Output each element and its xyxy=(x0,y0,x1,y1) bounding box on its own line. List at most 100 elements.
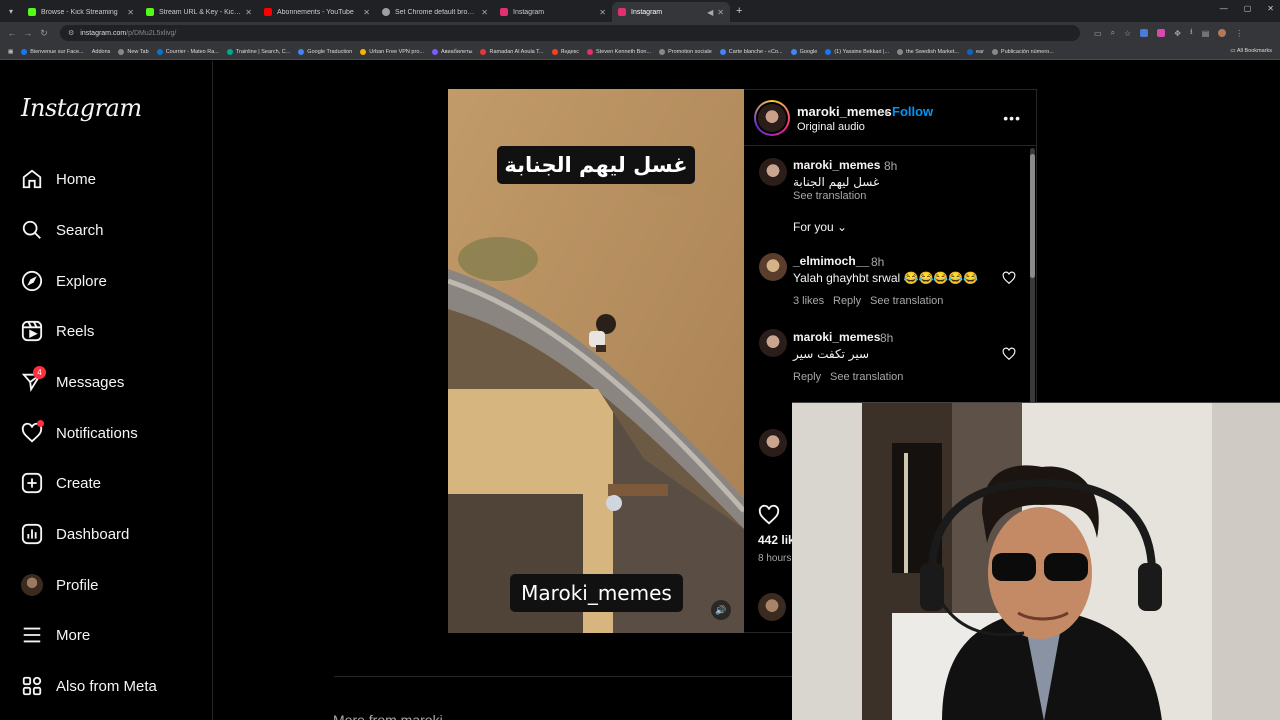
bookmark[interactable]: Urban Free VPN pro... xyxy=(360,48,424,55)
nav-home[interactable]: Home xyxy=(20,164,96,194)
browser-tab[interactable]: Set Chrome default browser ✕ xyxy=(376,2,494,22)
bookmark[interactable]: Trainline | Search, C... xyxy=(226,48,290,55)
bookmark-favicon xyxy=(966,48,973,55)
tab-close-icon[interactable]: ✕ xyxy=(599,8,606,17)
url-path: /p/DMu2L5xlivg/ xyxy=(126,29,177,37)
nav-explore[interactable]: Explore xyxy=(20,266,107,296)
bookmark[interactable]: New Tab xyxy=(118,48,149,55)
avatar[interactable] xyxy=(759,253,787,281)
bookmark[interactable]: Courrier - Mateo Ra... xyxy=(156,48,219,55)
more-options-icon[interactable]: ••• xyxy=(1003,110,1021,126)
tab-favicon xyxy=(146,8,154,16)
nav-label: Notifications xyxy=(56,424,138,442)
reply-link[interactable]: Reply xyxy=(833,295,861,307)
bookmark[interactable]: Publicación número... xyxy=(991,48,1054,55)
site-info-icon[interactable]: ⚙ xyxy=(68,29,74,37)
all-bookmarks-button[interactable]: ▭ All Bookmarks xyxy=(1230,48,1272,54)
bookmark-favicon xyxy=(298,48,305,55)
browser-tab[interactable]: Browse - Kick Streaming ✕ xyxy=(22,2,140,22)
download-icon[interactable]: ⭳ xyxy=(1190,26,1193,40)
tab-close-icon[interactable]: ✕ xyxy=(127,8,134,17)
bookmark-label: Bienvenue sur Face... xyxy=(30,48,84,55)
comment-username[interactable]: maroki_memes xyxy=(793,330,880,344)
nav-label: Also from Meta xyxy=(56,677,157,695)
nav-notifications[interactable]: Notifications xyxy=(20,418,138,448)
nav-dashboard[interactable]: Dashboard xyxy=(20,519,129,549)
close-window-icon[interactable]: ✕ xyxy=(1267,4,1274,13)
new-tab-button[interactable]: + xyxy=(736,5,742,17)
chrome-menu-icon[interactable]: ⋮ xyxy=(1235,29,1243,38)
reply-link[interactable]: Reply xyxy=(793,371,821,383)
bookmark-star-icon[interactable]: ☆ xyxy=(1124,29,1131,38)
bookmark[interactable]: Bienvenue sur Face... xyxy=(21,48,84,55)
bookmark[interactable]: Авиабилеты xyxy=(431,48,472,55)
forward-icon[interactable]: → xyxy=(20,28,36,38)
avatar[interactable] xyxy=(759,158,787,186)
author-avatar[interactable] xyxy=(754,100,790,136)
like-post-icon[interactable] xyxy=(758,504,780,526)
nav-messages[interactable]: 4 Messages xyxy=(20,366,124,397)
follow-button[interactable]: Follow xyxy=(892,104,933,119)
browser-tab[interactable]: Instagram ✕ xyxy=(494,2,612,22)
minimize-icon[interactable]: — xyxy=(1220,4,1228,13)
bookmark[interactable]: (1) Yassine Bekkari |... xyxy=(825,48,889,55)
tab-title: Instagram xyxy=(631,8,663,16)
see-translation-link[interactable]: See translation xyxy=(830,371,903,383)
browser-tab-active[interactable]: Instagram ◀ ✕ xyxy=(612,2,730,22)
bookmark[interactable]: Ramadan Al Aoula T... xyxy=(480,48,544,55)
instagram-logo[interactable]: Instagram xyxy=(21,94,142,122)
bookmark[interactable]: Google Traduction xyxy=(298,48,352,55)
back-icon[interactable]: ← xyxy=(4,28,20,38)
maximize-icon[interactable]: ▢ xyxy=(1244,4,1252,13)
browser-tab[interactable]: Abonnements - YouTube ✕ xyxy=(258,2,376,22)
tab-close-icon[interactable]: ✕ xyxy=(363,8,370,17)
nav-reels[interactable]: Reels xyxy=(20,316,94,346)
extension-icon[interactable] xyxy=(1140,29,1149,37)
bookmark[interactable]: Google xyxy=(790,48,817,55)
tab-mute-icon[interactable]: ◀ xyxy=(707,8,713,17)
nav-search[interactable]: Search xyxy=(20,215,104,245)
nav-also-from-meta[interactable]: Also from Meta xyxy=(20,671,157,701)
like-comment-icon[interactable] xyxy=(1002,271,1016,285)
tab-close-icon[interactable]: ✕ xyxy=(481,8,488,17)
nav-create[interactable]: Create xyxy=(20,468,101,498)
see-translation-link[interactable]: See translation xyxy=(793,190,866,202)
author-username[interactable]: maroki_memes xyxy=(797,104,892,119)
audio-label[interactable]: Original audio xyxy=(797,121,865,133)
comment-likes[interactable]: 3 likes xyxy=(793,295,824,307)
cast-icon[interactable]: ▭ xyxy=(1094,29,1102,38)
like-count[interactable]: 442 lik xyxy=(758,533,795,547)
comment-username[interactable]: _elmimoch__ xyxy=(793,254,869,268)
browser-tab[interactable]: Stream URL & Key - Kick Dashb ✕ xyxy=(140,2,258,22)
bookmark[interactable]: Addons xyxy=(92,49,111,55)
plus-square-icon xyxy=(20,471,44,495)
sidepanel-icon[interactable]: ▤ xyxy=(1202,29,1210,38)
bookmark[interactable]: Steven Kenneth Bon... xyxy=(587,48,651,55)
reload-icon[interactable]: ↻ xyxy=(36,28,52,39)
nav-profile[interactable]: Profile xyxy=(20,570,99,600)
tab-close-icon[interactable]: ✕ xyxy=(717,8,724,17)
bookmark[interactable]: Carte blanche - «Co... xyxy=(719,48,783,55)
comment-username[interactable]: maroki_memes xyxy=(793,158,880,172)
sort-dropdown[interactable]: For you ⌄ xyxy=(793,220,847,234)
apps-icon[interactable]: ▦ xyxy=(8,49,13,55)
nav-more[interactable]: More xyxy=(20,620,90,650)
bookmark[interactable]: ear xyxy=(966,48,984,55)
see-translation-link[interactable]: See translation xyxy=(870,295,943,307)
scrollbar-thumb[interactable] xyxy=(1030,154,1035,278)
bookmark[interactable]: Promotion sociale xyxy=(659,48,712,55)
reel-video[interactable]: غسل ليهم الجنابة Maroki_memes 🔊 xyxy=(448,89,744,633)
url-field[interactable]: ⚙ instagram.com/p/DMu2L5xlivg/ xyxy=(60,25,1080,41)
profile-avatar[interactable] xyxy=(1218,29,1227,37)
bookmark[interactable]: the Swedish Market... xyxy=(897,48,959,55)
extension-icon[interactable] xyxy=(1157,29,1166,37)
avatar[interactable] xyxy=(759,429,787,457)
tab-close-icon[interactable]: ✕ xyxy=(245,8,252,17)
zoom-icon[interactable]: ⌕ xyxy=(1111,28,1115,38)
tab-search-icon[interactable]: ▾ xyxy=(0,0,22,22)
bookmark[interactable]: Яндекс xyxy=(551,48,579,55)
volume-icon[interactable]: 🔊 xyxy=(711,600,731,620)
like-comment-icon[interactable] xyxy=(1002,347,1016,361)
extensions-puzzle-icon[interactable]: ✥ xyxy=(1174,29,1181,38)
avatar[interactable] xyxy=(759,329,787,357)
